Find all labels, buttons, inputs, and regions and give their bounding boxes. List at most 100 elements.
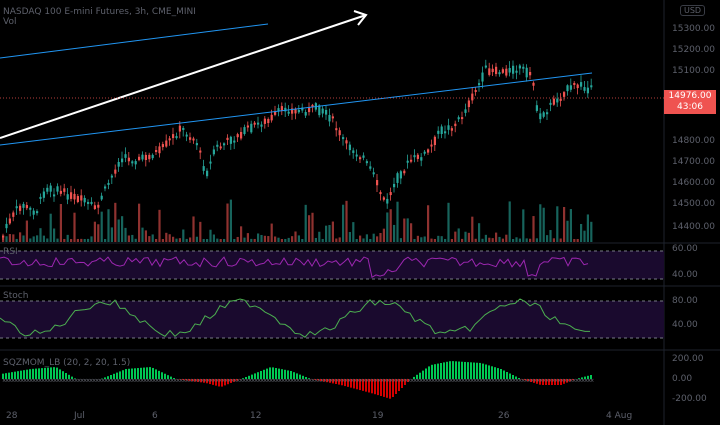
- rsi-label[interactable]: RSI: [3, 247, 18, 257]
- sqz-label[interactable]: SQZMOM_LB (20, 2, 20, 1.5): [3, 358, 130, 368]
- candle-body: [70, 192, 73, 199]
- candle-body: [151, 154, 154, 159]
- volume-bar: [223, 238, 226, 242]
- volume-bar: [121, 216, 124, 242]
- volume-bar: [311, 212, 314, 242]
- volume-bar: [335, 238, 338, 242]
- candle-body: [372, 172, 375, 175]
- candle-body: [488, 68, 491, 75]
- candle-body: [590, 85, 593, 88]
- volume-bar: [461, 238, 464, 242]
- volume-bar: [284, 238, 287, 242]
- volume-bar: [505, 234, 508, 242]
- sqz-bar: [440, 363, 442, 379]
- volume-bar: [63, 238, 66, 242]
- volume-bar: [263, 235, 266, 242]
- stoch-level: 80.00: [672, 296, 698, 306]
- candle-body: [359, 157, 362, 160]
- stoch-level: 40.00: [672, 320, 698, 330]
- candle-body: [155, 150, 158, 153]
- sqz-bar: [458, 361, 460, 379]
- volume-bar: [467, 232, 470, 242]
- candle-body: [144, 154, 147, 160]
- candle-body: [121, 158, 124, 163]
- candle-body: [127, 157, 130, 162]
- candle-body: [586, 87, 589, 94]
- volume-bar: [342, 204, 345, 242]
- candle-body: [29, 207, 32, 210]
- volume-bar: [403, 218, 406, 242]
- candle-body: [420, 157, 423, 161]
- time-label: 26: [498, 411, 510, 421]
- sqz-bar: [488, 365, 490, 379]
- candle-body: [80, 195, 83, 201]
- candle-body: [406, 160, 409, 163]
- candle-body: [100, 195, 103, 200]
- volume-bar: [372, 233, 375, 242]
- candle-body: [267, 119, 270, 124]
- candle-body: [389, 192, 392, 196]
- candle-body: [240, 131, 243, 139]
- volume-bar: [236, 236, 239, 242]
- candle-body: [559, 98, 562, 101]
- candle-body: [325, 109, 328, 115]
- candle-body: [362, 155, 365, 158]
- candle-body: [410, 159, 413, 162]
- candle-body: [505, 68, 508, 76]
- candle-body: [5, 223, 8, 229]
- candle-body: [131, 161, 134, 164]
- candle-body: [90, 201, 93, 204]
- volume-bar: [277, 237, 280, 242]
- volume-bar: [8, 234, 11, 242]
- volume-bar: [369, 238, 372, 242]
- volume-bar: [495, 232, 498, 242]
- candle-body: [529, 71, 532, 76]
- candle-body: [478, 83, 481, 86]
- volume-bar: [127, 235, 130, 242]
- sqz-bar: [455, 361, 457, 379]
- volume-bar: [182, 229, 185, 242]
- volume-bar: [90, 236, 93, 242]
- candle-body: [338, 130, 341, 136]
- volume-bar: [178, 238, 181, 242]
- volume-bar: [549, 230, 552, 242]
- currency-button[interactable]: USD: [680, 5, 706, 16]
- volume-bar: [583, 230, 586, 242]
- volume-bar: [29, 238, 32, 242]
- candle-body: [464, 109, 467, 113]
- sqz-bar: [437, 363, 439, 379]
- volume-bar: [19, 232, 22, 242]
- volume-bar: [53, 228, 56, 242]
- candle-body: [25, 205, 28, 209]
- volume-bar: [444, 238, 447, 242]
- candle-body: [447, 125, 450, 130]
- candle-body: [260, 124, 263, 127]
- stoch-label[interactable]: Stoch: [3, 291, 28, 301]
- candle-body: [124, 154, 127, 158]
- volume-bar: [161, 238, 164, 242]
- volume-bar: [202, 238, 205, 242]
- time-label: 6: [152, 411, 158, 421]
- volume-bar: [104, 238, 107, 242]
- candle-body: [342, 137, 345, 140]
- volume-bar: [331, 221, 334, 242]
- volume-bar: [189, 237, 192, 242]
- price-tick: 15100.00: [672, 66, 715, 76]
- sqz-level: -200.00: [672, 394, 707, 404]
- price-tick: 14600.00: [672, 178, 715, 188]
- candle-body: [243, 127, 246, 135]
- sqz-bar: [446, 361, 448, 379]
- volume-bar: [440, 236, 443, 242]
- sqz-bar: [479, 362, 481, 379]
- volume-bar: [586, 214, 589, 242]
- volume-bar: [437, 235, 440, 242]
- candle-body: [484, 65, 487, 68]
- candle-body: [345, 140, 348, 144]
- candle-body: [508, 68, 511, 73]
- volume-bar: [141, 227, 144, 242]
- stoch-band: [0, 301, 664, 338]
- bar-countdown: 43:06: [677, 102, 703, 112]
- symbol-title[interactable]: NASDAQ 100 E-mini Futures, 3h, CME_MINI: [3, 7, 196, 17]
- sqz-bar: [476, 362, 478, 379]
- candle-body: [440, 126, 443, 135]
